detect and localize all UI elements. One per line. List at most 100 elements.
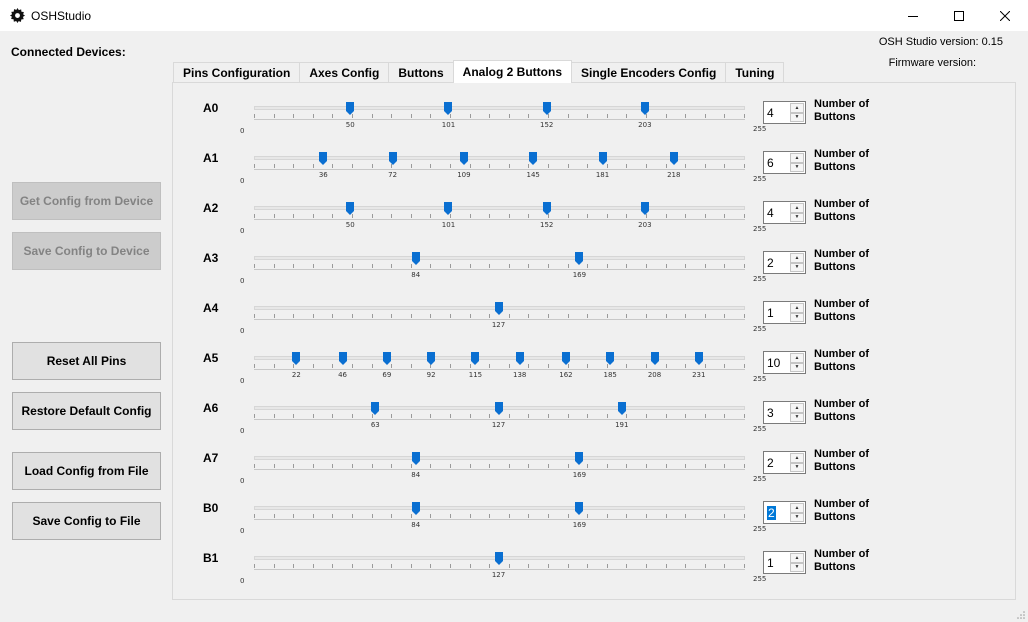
spin-up-icon[interactable]: ▲ [790,403,804,413]
spin-down-icon[interactable]: ▼ [790,112,804,122]
slider-track[interactable] [254,456,745,460]
spin-up-icon[interactable]: ▲ [790,103,804,113]
button-count-spinbox[interactable]: 10 ▲ ▼ [763,351,806,374]
slider-handle[interactable] [640,202,649,215]
slider-handle[interactable] [346,202,355,215]
tab-axes-config[interactable]: Axes Config [299,62,390,83]
spin-down-icon[interactable]: ▼ [790,212,804,222]
save-config-to-device-button[interactable]: Save Config to Device [12,232,161,270]
slider-handle[interactable] [575,502,584,515]
slider-tick [391,514,392,518]
slider-track[interactable] [254,206,745,210]
button-count-spinbox[interactable]: 4 ▲ ▼ [763,101,806,124]
slider-handle[interactable] [444,102,453,115]
slider-handle[interactable] [640,102,649,115]
button-count-spinbox[interactable]: 1 ▲ ▼ [763,551,806,574]
slider-handle[interactable] [617,402,626,415]
slider-handle[interactable] [411,452,420,465]
spin-up-icon[interactable]: ▲ [790,153,804,163]
slider-handle[interactable] [411,502,420,515]
minimize-button[interactable] [890,0,936,31]
slider-track[interactable] [254,106,745,110]
slider-handle[interactable] [529,152,538,165]
slider-handle[interactable] [459,152,468,165]
slider-handle[interactable] [542,102,551,115]
tab-pins-configuration[interactable]: Pins Configuration [173,62,301,83]
spin-up-icon[interactable]: ▲ [790,453,804,463]
button-count-value[interactable]: 4 [767,206,774,220]
spin-up-icon[interactable]: ▲ [790,503,804,513]
load-config-from-file-button[interactable]: Load Config from File [12,452,161,490]
restore-default-config-button[interactable]: Restore Default Config [12,392,161,430]
slider-tick [587,214,588,218]
maximize-button[interactable] [936,0,982,31]
slider-handle[interactable] [669,152,678,165]
resize-grip-icon[interactable] [1016,610,1026,620]
slider-handle[interactable] [346,102,355,115]
slider-tick [332,364,333,368]
tab-tuning[interactable]: Tuning [725,62,785,83]
save-config-to-file-button[interactable]: Save Config to File [12,502,161,540]
slider-handle[interactable] [598,152,607,165]
slider-handle[interactable] [494,302,503,315]
tab-buttons[interactable]: Buttons [388,62,454,83]
button-count-value[interactable]: 4 [767,106,774,120]
spin-down-icon[interactable]: ▼ [790,362,804,372]
button-count-spinbox[interactable]: 1 ▲ ▼ [763,301,806,324]
slider-handle[interactable] [561,352,570,365]
slider-handle[interactable] [338,352,347,365]
spin-down-icon[interactable]: ▼ [790,462,804,472]
spin-down-icon[interactable]: ▼ [790,562,804,572]
button-count-value[interactable]: 10 [767,356,780,370]
spin-down-icon[interactable]: ▼ [790,262,804,272]
slider-handle[interactable] [515,352,524,365]
spin-down-icon[interactable]: ▼ [790,412,804,422]
button-count-spinbox[interactable]: 2 ▲ ▼ [763,501,806,524]
close-button[interactable] [982,0,1028,31]
slider-track[interactable] [254,256,745,260]
slider-handle[interactable] [494,552,503,565]
slider-handle[interactable] [606,352,615,365]
slider-handle[interactable] [575,452,584,465]
spin-up-icon[interactable]: ▲ [790,553,804,563]
button-count-value[interactable]: 1 [767,306,774,320]
spin-up-icon[interactable]: ▲ [790,303,804,313]
slider-handle[interactable] [694,352,703,365]
reset-all-pins-button[interactable]: Reset All Pins [12,342,161,380]
slider-handle[interactable] [542,202,551,215]
slider-handle[interactable] [411,252,420,265]
slider-handle[interactable] [471,352,480,365]
slider-track[interactable] [254,356,745,360]
slider-handle[interactable] [292,352,301,365]
spin-up-icon[interactable]: ▲ [790,203,804,213]
get-config-from-device-button[interactable]: Get Config from Device [12,182,161,220]
button-count-spinbox[interactable]: 4 ▲ ▼ [763,201,806,224]
button-count-value[interactable]: 6 [767,156,774,170]
slider-handle[interactable] [427,352,436,365]
slider-handle[interactable] [319,152,328,165]
button-count-spinbox[interactable]: 6 ▲ ▼ [763,151,806,174]
button-count-value[interactable]: 3 [767,406,774,420]
spin-up-icon[interactable]: ▲ [790,253,804,263]
slider-handle[interactable] [388,152,397,165]
spin-down-icon[interactable]: ▼ [790,162,804,172]
button-count-value[interactable]: 2 [767,456,774,470]
button-count-value[interactable]: 2 [767,506,776,520]
slider-handle[interactable] [650,352,659,365]
slider-handle[interactable] [382,352,391,365]
spin-up-icon[interactable]: ▲ [790,353,804,363]
slider-handle[interactable] [494,402,503,415]
slider-handle[interactable] [444,202,453,215]
slider-handle[interactable] [371,402,380,415]
spin-down-icon[interactable]: ▼ [790,512,804,522]
slider-track[interactable] [254,506,745,510]
tab-single-encoders-config[interactable]: Single Encoders Config [571,62,727,83]
slider-handle[interactable] [575,252,584,265]
button-count-spinbox[interactable]: 2 ▲ ▼ [763,251,806,274]
button-count-value[interactable]: 2 [767,256,774,270]
button-count-spinbox[interactable]: 3 ▲ ▼ [763,401,806,424]
button-count-value[interactable]: 1 [767,556,774,570]
button-count-spinbox[interactable]: 2 ▲ ▼ [763,451,806,474]
spin-down-icon[interactable]: ▼ [790,312,804,322]
tab-analog-2-buttons[interactable]: Analog 2 Buttons [452,60,572,83]
